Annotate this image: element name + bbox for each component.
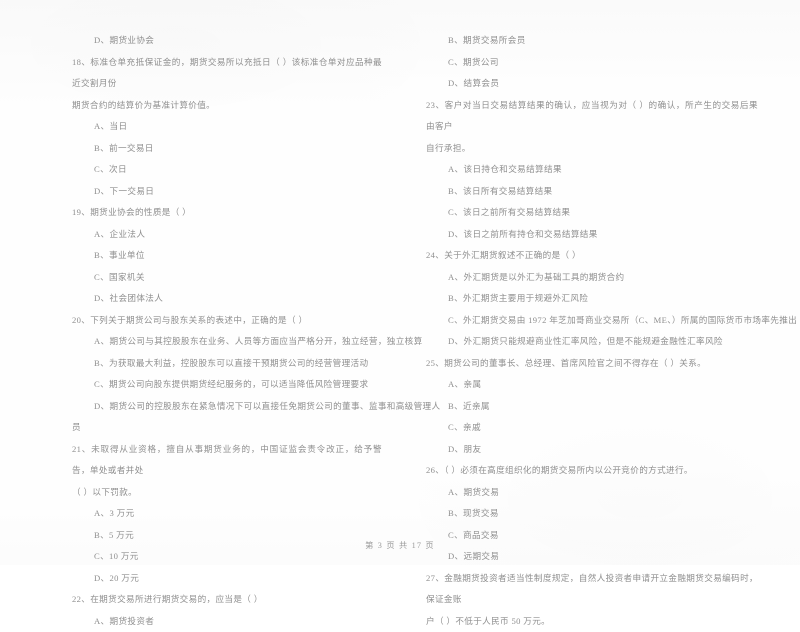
option-item: A、外汇期货是以外汇为基础工具的期货合约 bbox=[426, 267, 758, 289]
option-item: B、近亲属 bbox=[426, 396, 758, 418]
question-stem: 18、标准仓单充抵保证金的，期货交易所以充抵日（ ）该标准仓单对应品种最近交割月… bbox=[72, 52, 382, 95]
option-continuation: 员 bbox=[72, 417, 382, 439]
question-stem: 24、关于外汇期货叙述不正确的是（ ） bbox=[426, 245, 758, 267]
option-item: C、次日 bbox=[72, 159, 382, 181]
option-item: D、结算会员 bbox=[426, 73, 758, 95]
question-stem: 19、期货业协会的性质是（ ） bbox=[72, 202, 382, 224]
question-stem-continuation: 自行承担。 bbox=[426, 138, 758, 160]
option-item: A、期货交易 bbox=[426, 482, 758, 504]
option-item: C、期货公司 bbox=[426, 52, 758, 74]
option-item: B、期货交易所会员 bbox=[426, 30, 758, 52]
option-item: C、外汇期货交易由 1972 年芝加哥商业交易所（C、ME、）所属的国际货币市场… bbox=[426, 310, 758, 332]
exam-page: D、期货业协会 18、标准仓单充抵保证金的，期货交易所以充抵日（ ）该标准仓单对… bbox=[0, 0, 800, 565]
question-stem: 23、客户对当日交易结算结果的确认，应当视为对（ ）的确认，所产生的交易后果由客… bbox=[426, 95, 758, 138]
option-item: B、事业单位 bbox=[72, 245, 382, 267]
option-item: A、3 万元 bbox=[72, 503, 382, 525]
question-stem: 21、未取得从业资格，擅自从事期货业务的，中国证监会责令改正，给予警告，单处或者… bbox=[72, 439, 382, 482]
option-item: B、该日所有交易结算结果 bbox=[426, 181, 758, 203]
option-item: D、20 万元 bbox=[72, 568, 382, 590]
question-stem: 25、期货公司的董事长、总经理、首席风险官之间不得存在（ ）关系。 bbox=[426, 353, 758, 375]
option-item: A、该日持仓和交易结算结果 bbox=[426, 159, 758, 181]
option-item: A、亲属 bbox=[426, 374, 758, 396]
option-item: B、为获取最大利益，控股股东可以直接干预期货公司的经营管理活动 bbox=[72, 353, 382, 375]
option-item: D、期货公司的控股股东在紧急情况下可以直接任免期货公司的董事、监事和高级管理人 bbox=[72, 396, 382, 418]
option-item: C、期货公司向股东提供期货经纪服务的，可以适当降低风险管理要求 bbox=[72, 374, 382, 396]
question-columns: D、期货业协会 18、标准仓单充抵保证金的，期货交易所以充抵日（ ）该标准仓单对… bbox=[0, 30, 800, 517]
option-item: C、亲戚 bbox=[426, 417, 758, 439]
option-item: D、朋友 bbox=[426, 439, 758, 461]
question-stem: 22、在期货交易所进行期货交易的，应当是（ ） bbox=[72, 589, 382, 611]
option-item: A、期货投资者 bbox=[72, 611, 382, 632]
left-question-column: D、期货业协会 18、标准仓单充抵保证金的，期货交易所以充抵日（ ）该标准仓单对… bbox=[0, 30, 400, 517]
option-item: D、期货业协会 bbox=[72, 30, 382, 52]
question-stem: 20、下列关于期货公司与股东关系的表述中，正确的是（ ） bbox=[72, 310, 382, 332]
question-stem-continuation: 户（ ）不低于人民币 50 万元。 bbox=[426, 611, 758, 632]
option-item: B、外汇期货主要用于规避外汇风险 bbox=[426, 288, 758, 310]
right-question-column: B、期货交易所会员 C、期货公司 D、结算会员 23、客户对当日交易结算结果的确… bbox=[400, 30, 800, 517]
option-item: D、下一交易日 bbox=[72, 181, 382, 203]
option-item: A、当日 bbox=[72, 116, 382, 138]
question-stem-continuation: 期货合约的结算价为基准计算价值。 bbox=[72, 95, 382, 117]
option-item: C、国家机关 bbox=[72, 267, 382, 289]
option-item: B、前一交易日 bbox=[72, 138, 382, 160]
option-item: B、现货交易 bbox=[426, 503, 758, 525]
question-stem: 27、金融期货投资者适当性制度规定，自然人投资者申请开立金融期货交易编码时，保证… bbox=[426, 568, 758, 611]
option-item: D、社会团体法人 bbox=[72, 288, 382, 310]
question-stem-continuation: （ ）以下罚款。 bbox=[72, 482, 382, 504]
page-footer: 第 3 页 共 17 页 bbox=[0, 539, 800, 551]
option-item: A、期货公司与其控股股东在业务、人员等方面应当严格分开，独立经营，独立核算 bbox=[72, 331, 382, 353]
question-stem: 26、（ ）必须在高度组织化的期货交易所内以公开竞价的方式进行。 bbox=[426, 460, 758, 482]
option-item: D、外汇期货只能规避商业性汇率风险，但是不能规避金融性汇率风险 bbox=[426, 331, 758, 353]
option-item: D、该日之前所有持仓和交易结算结果 bbox=[426, 224, 758, 246]
option-item: C、该日之前所有交易结算结果 bbox=[426, 202, 758, 224]
option-item: A、企业法人 bbox=[72, 224, 382, 246]
